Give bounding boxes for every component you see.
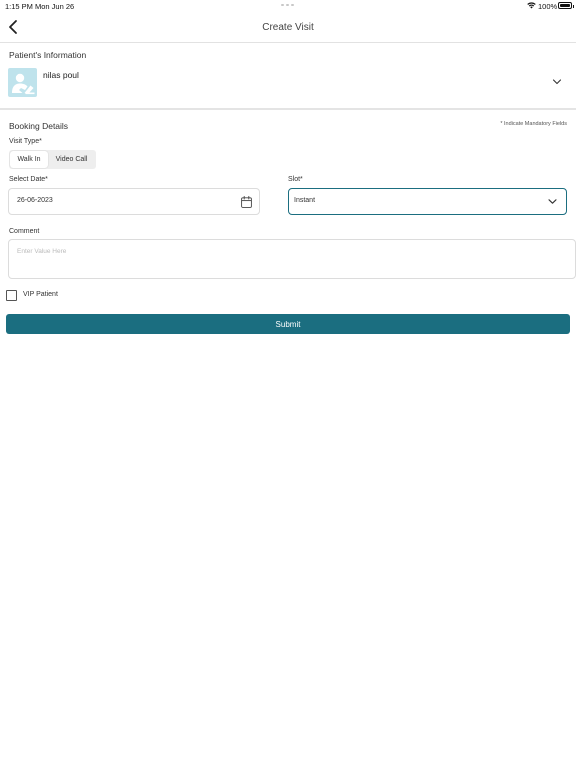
patient-name: nilas poul [43, 70, 79, 80]
status-bar: 1:15 PM Mon Jun 26 100% [0, 0, 576, 12]
chevron-down-icon [548, 199, 557, 204]
visit-type-walk-in[interactable]: Walk In [10, 151, 48, 168]
slot-label: Slot* [288, 176, 303, 183]
battery-percentage: 100% [538, 2, 558, 11]
comment-input[interactable] [8, 239, 576, 279]
multitasking-dots-icon[interactable] [281, 4, 295, 6]
select-date-label: Select Date* [9, 176, 48, 183]
patient-avatar-icon [12, 73, 35, 95]
date-picker-field[interactable]: 26-06-2023 [8, 188, 260, 215]
visit-type-video-call[interactable]: Video Call [48, 151, 95, 168]
calendar-icon[interactable] [241, 196, 252, 208]
status-date: Mon Jun 26 [35, 2, 75, 11]
booking-details-heading: Booking Details [9, 121, 69, 131]
section-divider [0, 108, 576, 110]
slot-dropdown[interactable]: Instant [288, 188, 567, 215]
patient-info-heading: Patient's Information [9, 50, 87, 60]
page-title: Create Visit [262, 22, 314, 33]
patient-selector[interactable]: nilas poul [8, 66, 568, 98]
mandatory-fields-note: * Indicate Mandatory Fields [500, 121, 567, 127]
wifi-icon [527, 2, 536, 9]
patient-avatar [8, 68, 37, 97]
slot-value: Instant [294, 197, 316, 204]
chevron-down-icon[interactable] [552, 78, 562, 86]
vip-patient-label: VIP Patient [23, 291, 58, 298]
visit-type-label: Visit Type* [9, 138, 42, 145]
submit-button[interactable]: Submit [6, 314, 570, 334]
visit-type-segmented-control: Walk In Video Call [9, 150, 96, 169]
vip-patient-checkbox[interactable] [6, 290, 17, 301]
status-time: 1:15 PM [5, 2, 33, 11]
date-value: 26-06-2023 [17, 197, 53, 204]
nav-bar: Create Visit [0, 12, 576, 43]
battery-icon [558, 2, 574, 9]
comment-label: Comment [9, 228, 40, 235]
